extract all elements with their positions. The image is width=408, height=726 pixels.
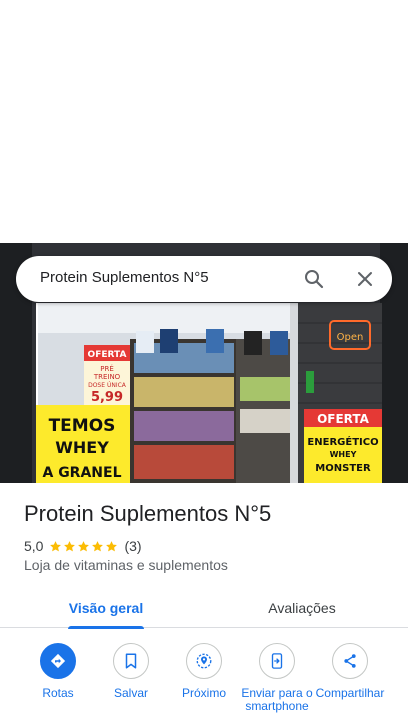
nearby-circle[interactable]	[186, 643, 222, 679]
directions-icon	[50, 653, 66, 669]
send-to-phone-icon	[271, 653, 283, 669]
tab-reviews[interactable]: Avaliações	[232, 587, 372, 628]
pretreino-line-1: PRÉ	[100, 364, 114, 373]
rating-value: 5,0	[24, 538, 44, 554]
close-icon[interactable]	[353, 267, 377, 291]
save-button[interactable]: Salvar	[94, 643, 168, 700]
send-to-phone-label: Enviar para o smartphone	[241, 686, 313, 713]
tab-reviews-label: Avaliações	[268, 599, 336, 616]
oferta-right-text: OFERTA	[317, 412, 370, 426]
place-name: Protein Suplementos N°5	[24, 501, 272, 526]
place-tabs: Visão geral Avaliações	[0, 587, 408, 629]
directions-label: Rotas	[42, 686, 74, 700]
directions-button[interactable]: Rotas	[21, 643, 95, 700]
action-buttons-row: Rotas Salvar Próximo Enviar para o smart…	[0, 643, 408, 726]
search-bar[interactable]: Protein Suplementos N°5	[16, 256, 392, 302]
left-sign-line-3: A GRANEL	[42, 465, 121, 481]
place-page: Open OFERTA PRÉ TREINO DOSE ÚNICA 5,99 T…	[0, 0, 408, 726]
share-icon	[344, 654, 356, 668]
nearby-button[interactable]: Próximo	[167, 643, 241, 700]
save-circle[interactable]	[113, 643, 149, 679]
oferta-small-text: OFERTA	[88, 350, 127, 360]
pretreino-line-2: TREINO	[93, 373, 121, 381]
search-icon[interactable]	[302, 267, 326, 291]
pretreino-price: 5,99	[91, 390, 123, 405]
star-icon	[50, 540, 62, 551]
star-icon	[64, 540, 76, 551]
energetico-line-3: MONSTER	[315, 463, 371, 474]
place-details-sheet: Protein Suplementos N°5 5,0 (3) Loja de …	[0, 483, 408, 726]
tab-overview-label: Visão geral	[68, 599, 144, 616]
share-label: Compartilhar	[315, 686, 385, 700]
rating-stars	[49, 540, 118, 553]
active-tab-indicator	[68, 626, 144, 629]
left-sign-line-1: TEMOS	[49, 416, 116, 436]
tab-overview[interactable]: Visão geral	[36, 587, 176, 629]
left-sign-line-2: WHEY	[55, 438, 109, 457]
review-count: (3)	[124, 538, 142, 554]
energetico-line-2: WHEY	[330, 450, 357, 459]
share-button[interactable]: Compartilhar	[313, 643, 387, 700]
send-to-phone-button[interactable]: Enviar para o smartphone	[240, 643, 314, 713]
bookmark-icon	[125, 653, 137, 669]
directions-circle[interactable]	[40, 643, 76, 679]
nearby-label: Próximo	[181, 686, 226, 700]
place-category: Loja de vitaminas e suplementos	[24, 557, 228, 573]
search-query-text[interactable]: Protein Suplementos N°5	[40, 269, 209, 286]
star-icon	[78, 540, 90, 551]
pretreino-line-3: DOSE ÚNICA	[88, 382, 127, 389]
rating-row[interactable]: 5,0 (3)	[24, 537, 142, 555]
energetico-line-1: ENERGÉTICO	[307, 435, 378, 448]
share-circle[interactable]	[332, 643, 368, 679]
star-icon	[106, 540, 118, 551]
send-to-phone-circle[interactable]	[259, 643, 295, 679]
save-label: Salvar	[113, 686, 148, 700]
star-icon	[92, 540, 104, 551]
svg-text:Open: Open	[337, 332, 364, 343]
nearby-icon	[196, 653, 212, 669]
